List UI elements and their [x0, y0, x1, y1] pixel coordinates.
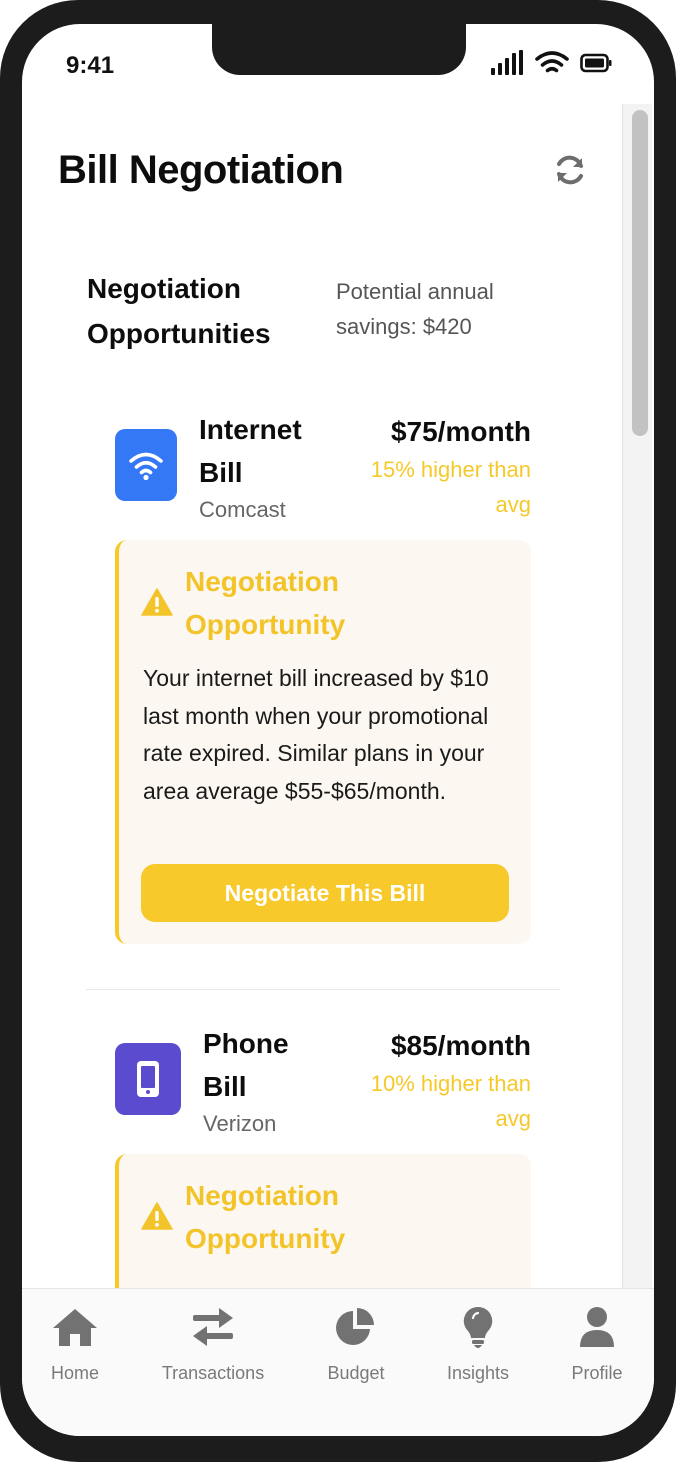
device-notch	[212, 24, 466, 75]
potential-savings: Potential annual savings: $420	[336, 279, 494, 339]
home-icon	[53, 1309, 97, 1346]
tab-label: Profile	[571, 1363, 623, 1383]
tab-label: Home	[50, 1363, 99, 1383]
opportunity-description: Your internet bill increased by $10 last…	[143, 665, 489, 805]
tab-home[interactable]: Home	[22, 1305, 140, 1384]
battery-icon	[580, 53, 612, 73]
tab-label: Transactions	[161, 1363, 265, 1383]
app-screen: Bill Negotiation Negotiation Opportuniti…	[22, 24, 654, 1436]
bill-provider: Verizon	[203, 1111, 277, 1136]
bill-comparison: 15% higher than avg	[370, 457, 531, 517]
negotiation-opportunity-card: Negotiation Opportunity Your internet bi…	[115, 540, 531, 944]
tab-transactions[interactable]: Transactions	[148, 1305, 278, 1384]
status-icons	[490, 50, 612, 76]
exchange-icon	[193, 1308, 233, 1346]
divider	[86, 989, 560, 990]
refresh-button[interactable]	[550, 150, 590, 190]
negotiate-bill-button[interactable]: Negotiate This Bill	[141, 864, 509, 922]
bill-icon-tile	[115, 1043, 181, 1115]
phone-frame: Bill Negotiation Negotiation Opportuniti…	[0, 0, 676, 1462]
tab-label: Budget	[327, 1363, 385, 1383]
bill-amount: $85/month	[390, 1030, 531, 1061]
status-time: 9:41	[66, 52, 115, 79]
bill-provider: Comcast	[199, 497, 286, 522]
page-title: Bill Negotiation	[58, 148, 344, 192]
tab-budget[interactable]: Budget	[291, 1305, 421, 1384]
refresh-icon	[557, 155, 583, 185]
negotiation-opportunity-card: Negotiation Opportunity	[115, 1154, 531, 1290]
tab-insights[interactable]: Insights	[413, 1305, 543, 1384]
bill-card-internet: Internet Bill Comcast $75/month 15% high…	[115, 404, 531, 949]
wifi-status-icon	[535, 51, 569, 73]
warning-icon	[141, 1202, 173, 1230]
opportunity-title: Negotiation Opportunity	[185, 566, 346, 640]
warning-icon	[141, 588, 173, 616]
tab-label: Insights	[446, 1363, 510, 1383]
bill-card-phone: Phone Bill Verizon $85/month 10% higher …	[115, 1018, 531, 1290]
bill-amount: $75/month	[390, 416, 531, 447]
phone-icon	[137, 1061, 159, 1097]
bill-icon-tile	[115, 429, 177, 501]
bill-comparison: 10% higher than avg	[370, 1071, 531, 1131]
scroll-content[interactable]: Bill Negotiation Negotiation Opportuniti…	[22, 24, 622, 1290]
wifi-icon	[129, 452, 163, 481]
scrollbar-thumb[interactable]	[632, 110, 648, 436]
cellular-signal-icon	[491, 50, 523, 75]
bill-name: Internet Bill	[199, 414, 302, 488]
user-icon	[580, 1307, 614, 1347]
tab-profile[interactable]: Profile	[532, 1305, 654, 1384]
section-title: Negotiation Opportunities	[87, 273, 271, 349]
opportunity-title: Negotiation Opportunity	[185, 1180, 346, 1254]
pie-chart-icon	[336, 1308, 374, 1345]
bottom-tab-bar: Home Transactions Budget Insights Profil…	[22, 1288, 654, 1436]
lightbulb-icon	[463, 1306, 493, 1348]
bill-name: Phone Bill	[203, 1028, 289, 1102]
